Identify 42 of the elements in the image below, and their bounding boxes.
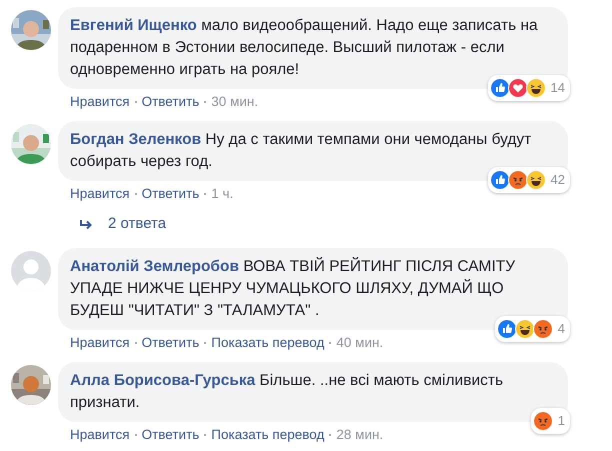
separator-dot [134, 192, 137, 194]
author-name[interactable]: Богдан Зеленков [70, 131, 202, 148]
separator-dot [204, 192, 206, 194]
action-link[interactable]: Ответить [142, 427, 200, 442]
action-link[interactable]: Ответить [142, 94, 200, 109]
action-link[interactable]: Ответить [142, 335, 200, 350]
heart-icon [508, 78, 528, 98]
laughing-face-icon [526, 170, 546, 190]
default-avatar-icon [11, 251, 51, 291]
angry-face-icon [532, 411, 553, 431]
reaction-count: 14 [550, 79, 565, 97]
action-link[interactable]: Нравится [70, 335, 130, 350]
separator-dot [134, 342, 137, 344]
action-link[interactable]: Нравится [70, 94, 130, 109]
like-icon [490, 78, 510, 98]
action-link[interactable]: Нравится [70, 186, 130, 201]
laughing-face-icon [526, 78, 546, 98]
action-link[interactable]: Ответить [142, 186, 200, 201]
action-link[interactable]: Показать перевод [211, 427, 324, 442]
author-name[interactable]: Анатолій Землеробов [70, 258, 239, 275]
like-icon [490, 170, 510, 190]
separator-dot [329, 434, 332, 436]
reaction-count: 42 [550, 171, 565, 189]
action-link[interactable]: Нравится [70, 427, 130, 442]
comment-text: Алла Борисова-Гурська Більше. ..не всі мають сміливисть признати. [70, 371, 504, 413]
separator-dot [204, 434, 206, 436]
reaction-count: 4 [558, 320, 565, 338]
reply-arrow-icon [80, 218, 94, 230]
replies-link[interactable]: 2 ответа [108, 215, 166, 232]
author-name[interactable]: Алла Борисова-Гурська [70, 372, 256, 389]
separator-dot [204, 342, 206, 344]
laughing-face-icon [514, 319, 535, 339]
separator-dot [134, 100, 137, 102]
separator-dot [134, 434, 137, 436]
action-link[interactable]: Показать перевод [211, 335, 324, 350]
separator-dot [204, 100, 206, 102]
like-icon [496, 319, 517, 339]
separator-dot [329, 342, 332, 344]
reaction-count: 1 [558, 412, 565, 430]
angry-face-icon [508, 170, 528, 190]
author-name[interactable]: Евгений Ищенко [70, 17, 197, 34]
angry-face-icon [532, 319, 553, 339]
